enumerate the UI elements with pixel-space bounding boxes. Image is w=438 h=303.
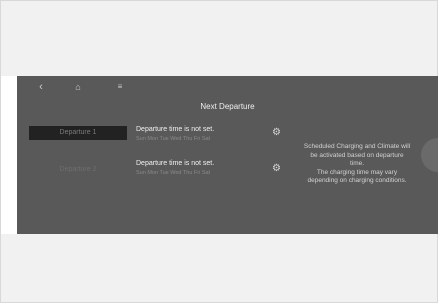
menu-icon[interactable]: ≡ [115, 82, 125, 92]
departure-2-info[interactable]: Departure time is not set. Sun Mon Tue W… [136, 159, 276, 177]
departure-1-status: Departure time is not set. [136, 126, 215, 133]
page-title: Next Departure [200, 102, 255, 111]
departure-2-button[interactable]: Departure 2 [29, 163, 127, 177]
departure-1-settings-gear-icon[interactable]: ⚙ [271, 127, 282, 138]
departure-1-days: Sun Mon Tue Wed Thu Fri Sat [136, 136, 211, 142]
departure-2-days: Sun Mon Tue Wed Thu Fri Sat [136, 170, 211, 176]
home-icon[interactable]: ⌂ [73, 82, 83, 92]
background-top [1, 1, 437, 76]
infotainment-screen: ‹ ⌂ ≡ Next Departure Departure 1 Departu… [17, 76, 438, 234]
charging-notice: Scheduled Charging and Climate will be a… [303, 143, 411, 186]
side-scroll-handle[interactable] [421, 138, 438, 172]
departure-2-settings-gear-icon[interactable]: ⚙ [271, 163, 282, 174]
departure-1-info[interactable]: Departure time is not set. Sun Mon Tue W… [136, 125, 276, 143]
notice-line-1: Scheduled Charging and Climate will be a… [303, 143, 411, 167]
back-icon[interactable]: ‹ [36, 82, 46, 93]
departure-1-button[interactable]: Departure 1 [29, 126, 127, 140]
background-bottom [1, 234, 437, 302]
departure-2-status: Departure time is not set. [136, 160, 215, 167]
notice-line-2: The charging time may vary depending on … [307, 168, 407, 185]
